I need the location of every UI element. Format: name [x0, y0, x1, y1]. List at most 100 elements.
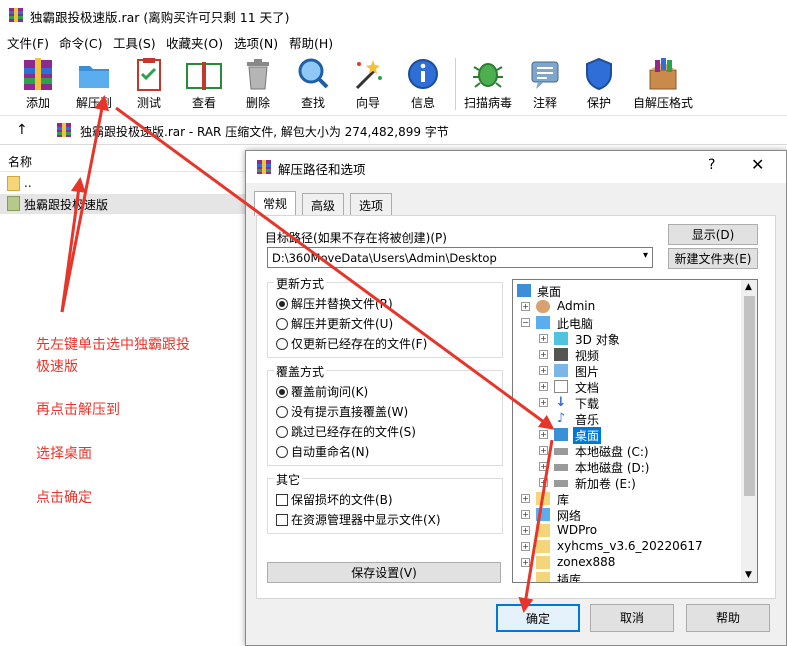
wizard-button[interactable]: 向导	[340, 54, 396, 114]
extract-to-button[interactable]: 解压到	[66, 54, 122, 114]
tree-scrollbar[interactable]: ▲ ▼	[741, 280, 757, 582]
radio-unchecked[interactable]	[276, 406, 288, 418]
misc-title: 其它	[274, 471, 303, 488]
expand-plus-icon[interactable]: +	[521, 526, 530, 535]
menu-help[interactable]: 帮助(H)	[289, 33, 333, 52]
overwrite-option-ask[interactable]: 覆盖前询问(K)	[276, 383, 368, 400]
expand-plus-icon[interactable]: +	[521, 510, 530, 519]
menu-favorites[interactable]: 收藏夹(O)	[166, 33, 223, 52]
info-label: 信息	[410, 96, 435, 110]
add-icon	[24, 58, 52, 90]
expand-plus-icon[interactable]: +	[521, 558, 530, 567]
overwrite-option-rename[interactable]: 自动重命名(N)	[276, 443, 369, 460]
archive-info-text: 独霸跟投极速版.rar - RAR 压缩文件, 解包大小为 274,482,89…	[80, 125, 449, 139]
expand-plus-icon[interactable]: +	[521, 494, 530, 503]
overwrite-mode-group: 覆盖方式 覆盖前询问(K) 没有提示直接覆盖(W) 跳过已经存在的文件(S) 自…	[267, 363, 503, 466]
add-button[interactable]: 添加	[10, 54, 66, 114]
protect-button[interactable]: 保护	[571, 54, 627, 114]
radio-unchecked[interactable]	[276, 426, 288, 438]
tab-general[interactable]: 常规	[254, 191, 297, 216]
update-option-update[interactable]: 解压并更新文件(U)	[276, 315, 393, 332]
menu-options[interactable]: 选项(N)	[234, 33, 278, 52]
expand-plus-icon[interactable]: +	[539, 478, 548, 487]
dialog-title: 解压路径和选项	[278, 162, 366, 177]
sfx-box-icon	[649, 58, 677, 90]
cancel-button[interactable]: 取消	[590, 604, 674, 632]
expand-plus-icon[interactable]: +	[539, 382, 548, 391]
chevron-down-icon[interactable]: ▾	[643, 250, 648, 261]
expand-plus-icon[interactable]: +	[521, 542, 530, 551]
instruction-step3: 选择桌面	[36, 446, 92, 462]
path-label: 目标路径(如果不存在将被创建)(P)	[265, 231, 447, 245]
keep-broken-files-option[interactable]: 保留损坏的文件(B)	[276, 491, 393, 508]
test-button[interactable]: 测试	[121, 54, 177, 114]
dialog-help-button[interactable]: ?	[708, 157, 715, 173]
menu-commands[interactable]: 命令(C)	[59, 33, 102, 52]
show-button[interactable]: 显示(D)	[668, 224, 758, 245]
expand-plus-icon[interactable]: +	[539, 350, 548, 359]
instruction-step2: 再点击解压到	[36, 402, 120, 418]
scan-virus-button[interactable]: 扫描病毒	[460, 54, 516, 114]
collapse-minus-icon[interactable]: −	[521, 318, 530, 327]
up-arrow-icon[interactable]: ↑	[16, 122, 28, 138]
info-button[interactable]: 信息	[395, 54, 451, 114]
dialog-titlebar: 解压路径和选项 ? ✕	[246, 151, 786, 183]
radio-checked[interactable]	[276, 386, 288, 398]
expand-plus-icon[interactable]: +	[539, 366, 548, 375]
scroll-down-icon[interactable]: ▼	[745, 570, 752, 580]
test-label: 测试	[136, 96, 161, 110]
tab-advanced[interactable]: 高级	[302, 193, 345, 215]
scrollbar-thumb[interactable]	[744, 296, 755, 496]
instruction-step4: 点击确定	[36, 490, 92, 506]
expand-plus-icon[interactable]: +	[539, 430, 548, 439]
trash-icon	[247, 59, 269, 90]
help-button[interactable]: 帮助	[686, 604, 770, 632]
comment-button[interactable]: 注释	[517, 54, 573, 114]
folder-icon	[536, 540, 550, 553]
info-icon	[408, 59, 438, 89]
rar-file-icon	[57, 123, 71, 137]
expand-plus-icon[interactable]: +	[539, 398, 548, 407]
find-button[interactable]: 查找	[285, 54, 341, 114]
radio-unchecked[interactable]	[276, 338, 288, 350]
list-item-selected[interactable]: 独霸跟投极速版	[0, 194, 250, 214]
list-item-parent[interactable]: ..	[0, 174, 250, 194]
view-button[interactable]: 查看	[176, 54, 232, 114]
tab-options[interactable]: 选项	[350, 193, 393, 215]
menu-tools[interactable]: 工具(S)	[113, 33, 156, 52]
new-folder-button[interactable]: 新建文件夹(E)	[668, 248, 758, 269]
radio-unchecked[interactable]	[276, 446, 288, 458]
save-settings-button[interactable]: 保存设置(V)	[267, 562, 501, 583]
update-option-replace[interactable]: 解压并替换文件(R)	[276, 295, 393, 312]
overwrite-option-skip[interactable]: 跳过已经存在的文件(S)	[276, 423, 416, 440]
show-in-explorer-option[interactable]: 在资源管理器中显示文件(X)	[276, 511, 441, 528]
ok-button[interactable]: 确定	[496, 604, 580, 632]
list-header[interactable]: 名称	[0, 150, 250, 172]
update-option-fresh[interactable]: 仅更新已经存在的文件(F)	[276, 335, 427, 352]
name-column-header[interactable]: 名称	[8, 153, 32, 170]
expand-plus-icon[interactable]: +	[539, 446, 548, 455]
close-icon[interactable]: ✕	[751, 155, 764, 174]
comment-icon	[531, 61, 559, 89]
expand-plus-icon[interactable]: +	[539, 334, 548, 343]
cube-icon	[554, 332, 568, 345]
scroll-up-icon[interactable]: ▲	[745, 282, 752, 292]
menu-file[interactable]: 文件(F)	[7, 33, 49, 52]
list-item-name: 独霸跟投极速版	[24, 198, 109, 212]
overwrite-option-overwrite[interactable]: 没有提示直接覆盖(W)	[276, 403, 408, 420]
sfx-button[interactable]: 自解压格式	[633, 54, 693, 114]
library-icon	[536, 492, 550, 505]
expand-plus-icon[interactable]: +	[521, 302, 530, 311]
checkbox-unchecked[interactable]	[276, 494, 288, 506]
expand-plus-icon[interactable]: +	[539, 462, 548, 471]
folder-tree[interactable]: 桌面 + Admin − 此电脑 + 3D 对象 + 视频 + 图片 + 文档 …	[512, 279, 758, 583]
find-label: 查找	[300, 96, 325, 110]
menu-bar: 文件(F) 命令(C) 工具(S) 收藏夹(O) 选项(N) 帮助(H)	[0, 30, 787, 52]
checkbox-unchecked[interactable]	[276, 514, 288, 526]
extract-dialog: 解压路径和选项 ? ✕ 常规 高级 选项 目标路径(如果不存在将被创建)(P) …	[245, 150, 787, 646]
delete-button[interactable]: 删除	[230, 54, 286, 114]
destination-path-combobox[interactable]: D:\360MoveData\Users\Admin\Desktop ▾	[267, 247, 653, 268]
radio-checked[interactable]	[276, 298, 288, 310]
instruction-step1: 先左键单击选中独霸跟投 极速版	[36, 337, 190, 375]
radio-unchecked[interactable]	[276, 318, 288, 330]
